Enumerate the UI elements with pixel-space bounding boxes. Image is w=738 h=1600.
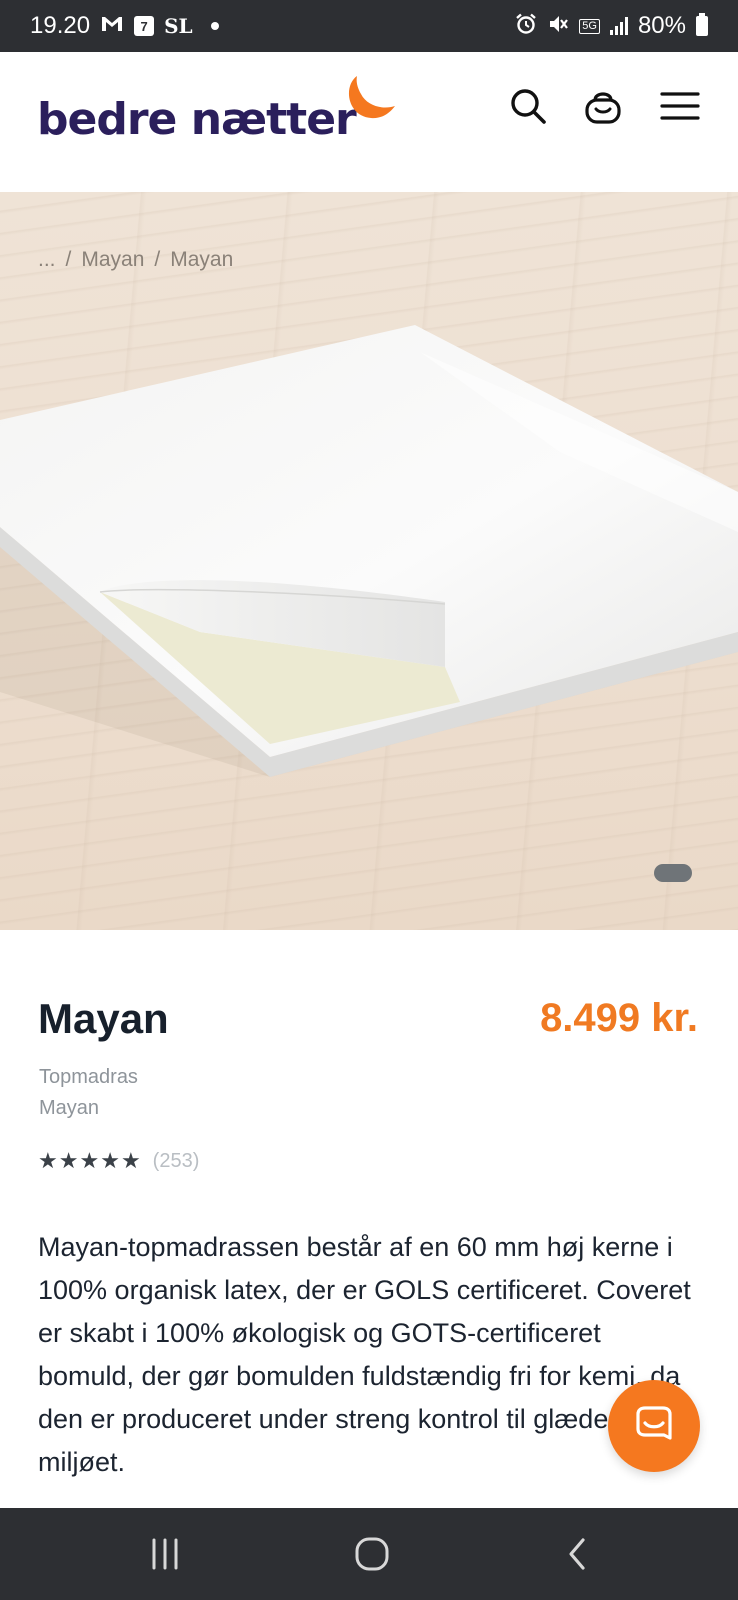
recent-apps-icon[interactable] xyxy=(135,1528,195,1580)
breadcrumb: ... / Mayan / Mayan xyxy=(38,248,233,272)
basket-icon[interactable] xyxy=(581,84,625,128)
product-brand: Mayan xyxy=(39,1097,100,1119)
alarm-icon xyxy=(515,13,537,40)
breadcrumb-item-mayan-2[interactable]: Mayan xyxy=(170,248,233,272)
product-category: Topmadras xyxy=(39,1066,138,1088)
calendar-icon: 7 xyxy=(134,16,155,36)
carrier-tag: SL xyxy=(164,14,193,38)
star-icon: ★ xyxy=(38,1148,58,1174)
status-left: 19.20 7 SL xyxy=(30,12,219,40)
network-badge: 5G xyxy=(579,18,600,34)
product-description: Mayan-topmadrassen består af en 60 mm hø… xyxy=(38,1232,691,1477)
system-nav-bar xyxy=(0,1508,738,1600)
status-time: 19.20 xyxy=(30,12,91,39)
status-bar: 19.20 7 SL 5G 80% xyxy=(0,0,738,52)
breadcrumb-separator: / xyxy=(154,248,161,271)
mattress-topper-image xyxy=(0,325,738,777)
search-icon[interactable] xyxy=(506,84,550,128)
logo-text: bedre nætter xyxy=(37,94,357,145)
mute-icon xyxy=(547,13,569,40)
product-image-carousel[interactable]: ... / Mayan / Mayan xyxy=(0,192,738,930)
chat-button[interactable] xyxy=(608,1380,700,1472)
logo[interactable]: bedre nætter xyxy=(37,76,397,150)
battery-icon xyxy=(696,13,708,36)
star-icon: ★ xyxy=(120,1148,141,1174)
battery-percent: 80% xyxy=(637,12,686,39)
star-icon: ★ xyxy=(79,1148,100,1174)
rating[interactable]: ★ ★ ★ ★ ★ (253) xyxy=(38,1150,199,1173)
back-icon[interactable] xyxy=(548,1528,608,1580)
star-icon: ★ xyxy=(58,1148,79,1174)
review-count[interactable]: (253) xyxy=(153,1150,200,1173)
carousel-indicator[interactable] xyxy=(654,864,692,882)
breadcrumb-ellipsis[interactable]: ... xyxy=(38,248,56,272)
menu-icon[interactable] xyxy=(658,84,702,128)
product-title: Mayan xyxy=(38,995,169,1042)
home-icon[interactable] xyxy=(342,1528,402,1580)
breadcrumb-item-mayan-1[interactable]: Mayan xyxy=(81,248,144,272)
star-icon: ★ xyxy=(100,1148,120,1174)
chat-bubble-icon xyxy=(636,1406,672,1440)
signal-icon xyxy=(609,17,628,35)
breadcrumb-separator: / xyxy=(65,248,72,271)
site-header: bedre nætter xyxy=(0,52,738,192)
product-price: 8.499 kr. xyxy=(540,996,698,1040)
status-right: 5G 80% xyxy=(515,12,708,40)
star-rating: ★ ★ ★ ★ ★ xyxy=(38,1148,141,1174)
moon-icon xyxy=(348,76,395,119)
gmail-icon xyxy=(100,14,124,39)
notification-dot-icon xyxy=(210,22,219,30)
